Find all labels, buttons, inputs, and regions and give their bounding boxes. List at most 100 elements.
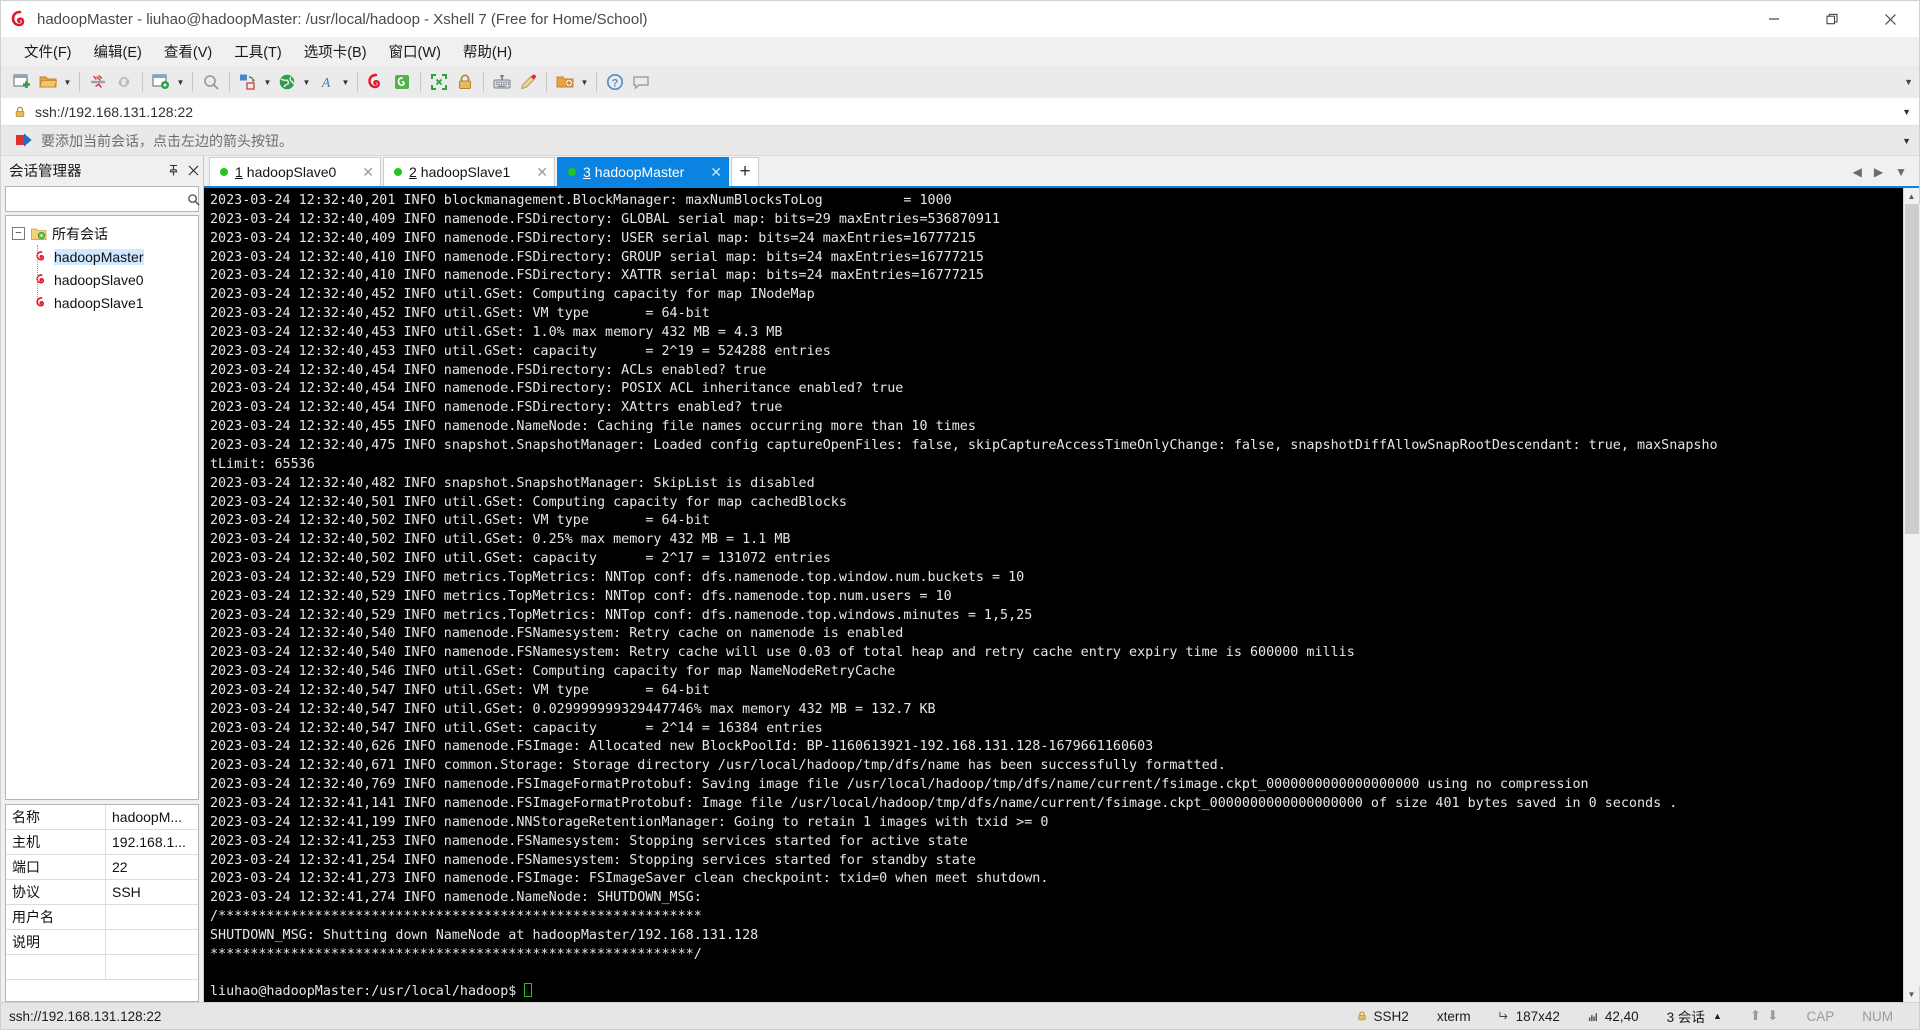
scroll-up-icon[interactable]: ▲ — [1904, 188, 1920, 204]
svg-text:?: ? — [612, 78, 619, 90]
tab-list-chevron-down-icon[interactable]: ▼ — [1889, 165, 1913, 179]
terminal-line: 2023-03-24 12:32:40,409 INFO namenode.FS… — [210, 211, 1001, 227]
menu-file[interactable]: 文件(F) — [15, 37, 81, 66]
menu-tools[interactable]: 工具(T) — [225, 37, 291, 66]
menu-tabs[interactable]: 选项卡(B) — [295, 37, 376, 66]
pin-icon[interactable] — [163, 159, 183, 181]
scrollbar-track[interactable] — [1903, 204, 1920, 986]
font-icon[interactable]: A — [313, 69, 339, 95]
session-search-box[interactable] — [5, 186, 200, 212]
upload-arrow-icon: ⬆ — [1749, 1008, 1762, 1023]
menu-edit[interactable]: 编辑(E) — [85, 37, 151, 66]
toolbar-overflow-chevron-icon[interactable]: ▼ — [1904, 77, 1913, 87]
property-value[interactable]: 22 — [106, 855, 198, 879]
minimize-button[interactable] — [1745, 1, 1803, 37]
property-key: 协议 — [6, 880, 106, 904]
property-value[interactable]: 192.168.1... — [106, 830, 198, 854]
terminal-line: 2023-03-24 12:32:40,502 INFO util.GSet: … — [210, 513, 710, 529]
toolbar: ▼ ▼ ▼ ▼ A ▼ ▼ ? ▼ — [1, 66, 1919, 98]
terminal-line: 2023-03-24 12:32:40,453 INFO util.GSet: … — [210, 324, 783, 340]
new-tab-button[interactable]: + — [731, 157, 759, 186]
tab-hadoopmaster[interactable]: 3 hadoopMaster ✕ — [557, 157, 729, 186]
transfer-file-dropdown-arrow[interactable]: ▼ — [261, 69, 274, 95]
terminal-line: 2023-03-24 12:32:40,475 INFO snapshot.Sn… — [210, 437, 1718, 453]
search-icon[interactable] — [198, 69, 224, 95]
status-session-caret-up-icon[interactable]: ▲ — [1713, 1011, 1722, 1021]
close-panel-icon[interactable] — [183, 159, 203, 181]
tree-node-hadoopslave0[interactable]: hadoopSlave0 — [6, 268, 198, 291]
open-folder-dropdown-arrow[interactable]: ▼ — [61, 69, 74, 95]
tab-status-dot-icon — [394, 168, 402, 176]
session-search-input[interactable] — [6, 191, 187, 207]
globe-dropdown-arrow[interactable]: ▼ — [300, 69, 313, 95]
maximize-restore-button[interactable] — [1803, 1, 1861, 37]
tab-strip: 1 hadoopSlave0 ✕ 2 hadoopSlave1 ✕ 3 hado… — [204, 156, 1919, 186]
menu-window[interactable]: 窗口(W) — [380, 37, 450, 66]
terminal-line: 2023-03-24 12:32:40,409 INFO namenode.FS… — [210, 230, 976, 246]
property-key: 用户名 — [6, 905, 106, 929]
tree-node-hadoopslave1[interactable]: hadoopSlave1 — [6, 291, 198, 314]
session-tree[interactable]: − 所有会话 hadoopMaster hadoopSlave0 hadoopS… — [5, 215, 199, 800]
lock-icon[interactable] — [452, 69, 478, 95]
add-folder-dropdown-arrow[interactable]: ▼ — [578, 69, 591, 95]
fullscreen-icon[interactable] — [426, 69, 452, 95]
terminal-line: 2023-03-24 12:32:40,201 INFO blockmanage… — [210, 193, 952, 208]
chat-icon[interactable] — [628, 69, 654, 95]
session-properties-dropdown-arrow[interactable]: ▼ — [174, 69, 187, 95]
property-value[interactable]: SSH — [106, 880, 198, 904]
scrollbar-thumb[interactable] — [1904, 204, 1919, 534]
terminal-line: 2023-03-24 12:32:41,274 INFO namenode.Na… — [210, 890, 702, 906]
menu-help[interactable]: 帮助(H) — [454, 37, 521, 66]
property-value[interactable] — [106, 955, 198, 979]
property-value[interactable] — [106, 930, 198, 954]
tab-prev-icon[interactable]: ◀ — [1847, 165, 1868, 179]
address-bar-chevron-down-icon[interactable]: ▼ — [1902, 107, 1919, 117]
property-value[interactable] — [106, 905, 198, 929]
property-value[interactable]: hadoopM... — [106, 805, 198, 829]
tab-hadoopslave1[interactable]: 2 hadoopSlave1 ✕ — [383, 157, 555, 186]
toolbar-separator — [192, 72, 193, 92]
address-bar[interactable]: ssh://192.168.131.128:22 ▼ — [1, 98, 1919, 126]
globe-icon[interactable] — [274, 69, 300, 95]
disconnect-icon[interactable] — [85, 69, 111, 95]
tree-expander-icon[interactable]: − — [12, 227, 25, 240]
menu-view[interactable]: 查看(V) — [155, 37, 221, 66]
status-session-count[interactable]: 3 会话 ▲ — [1653, 1006, 1736, 1026]
terminal-scrollbar[interactable]: ▲ ▼ — [1903, 188, 1920, 1002]
reconnect-icon[interactable] — [111, 69, 137, 95]
tab-hadoopslave0[interactable]: 1 hadoopSlave0 ✕ — [209, 157, 381, 186]
close-button[interactable] — [1861, 1, 1919, 37]
session-properties-icon[interactable] — [148, 69, 174, 95]
xftp-icon[interactable] — [389, 69, 415, 95]
tab-close-icon[interactable]: ✕ — [362, 164, 374, 181]
status-protocol-label: SSH2 — [1373, 1008, 1409, 1024]
xshell-icon[interactable] — [363, 69, 389, 95]
new-session-icon[interactable] — [9, 69, 35, 95]
add-folder-icon[interactable] — [552, 69, 578, 95]
highlight-icon[interactable] — [515, 69, 541, 95]
tab-close-icon[interactable]: ✕ — [710, 164, 722, 181]
keyboard-icon[interactable] — [489, 69, 515, 95]
search-icon[interactable] — [187, 193, 200, 206]
info-bar: 要添加当前会话，点击左边的箭头按钮。 ▼ — [1, 126, 1919, 156]
help-icon[interactable]: ? — [602, 69, 628, 95]
tab-close-icon[interactable]: ✕ — [536, 164, 548, 181]
terminal-prompt-line: liuhao@hadoopMaster:/usr/local/hadoop$ — [210, 983, 1903, 1002]
scroll-down-icon[interactable]: ▼ — [1904, 986, 1920, 1002]
font-dropdown-arrow[interactable]: ▼ — [339, 69, 352, 95]
tree-node-hadoopmaster[interactable]: hadoopMaster — [6, 245, 198, 268]
red-arrow-icon — [15, 133, 33, 149]
transfer-file-icon[interactable] — [235, 69, 261, 95]
toolbar-overflow[interactable]: ▼ — [1904, 77, 1919, 87]
tab-next-icon[interactable]: ▶ — [1868, 165, 1889, 179]
info-bar-chevron-down-icon[interactable]: ▼ — [1902, 136, 1919, 146]
toolbar-separator — [357, 72, 358, 92]
address-bar-value[interactable]: ssh://192.168.131.128:22 — [35, 104, 193, 120]
open-folder-icon[interactable] — [35, 69, 61, 95]
terminal-prompt: liuhao@hadoopMaster:/usr/local/hadoop$ — [210, 984, 525, 1000]
tree-node-all-sessions[interactable]: − 所有会话 — [6, 222, 198, 245]
tree-connector-line — [37, 245, 38, 299]
status-cursor-position-label: 42,40 — [1604, 1008, 1639, 1024]
terminal-output[interactable]: 2023-03-24 12:32:40,201 INFO blockmanage… — [204, 188, 1903, 1002]
